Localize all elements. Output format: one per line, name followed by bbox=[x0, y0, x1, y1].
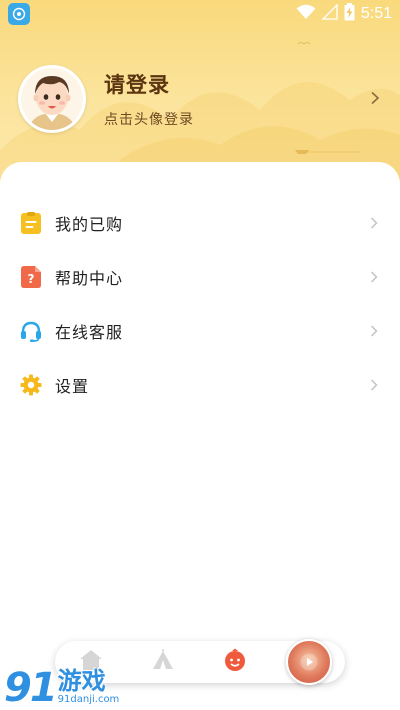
chevron-right-icon bbox=[370, 322, 378, 341]
now-playing-icon bbox=[286, 639, 332, 685]
profile-row[interactable]: 请登录 点击头像登录 bbox=[18, 64, 382, 134]
purchased-list-icon bbox=[20, 212, 42, 234]
svg-text:?: ? bbox=[28, 272, 35, 286]
gear-icon bbox=[20, 374, 42, 396]
menu-item-purchased[interactable]: 我的已购 bbox=[0, 196, 400, 250]
tent-icon bbox=[151, 649, 175, 675]
chevron-right-icon bbox=[370, 268, 378, 287]
wifi-icon bbox=[296, 4, 316, 24]
clock: 5:51 bbox=[360, 5, 392, 22]
tab-profile[interactable] bbox=[199, 641, 271, 683]
avatar-cartoon-boy-icon[interactable] bbox=[18, 65, 86, 133]
status-bar: 5:51 bbox=[0, 0, 400, 28]
battery-charging-icon bbox=[344, 3, 355, 25]
menu-item-online-service[interactable]: 在线客服 bbox=[0, 304, 400, 358]
cell-signal-icon bbox=[321, 3, 338, 24]
chevron-right-icon bbox=[370, 376, 378, 395]
login-hint: 点击头像登录 bbox=[104, 112, 194, 128]
watermark-logo: 91 bbox=[4, 665, 58, 710]
watermark-brand: 游戏 bbox=[57, 667, 106, 695]
menu-list: 我的已购 ? 帮助中心 在线客服 设置 bbox=[0, 162, 400, 412]
login-title[interactable]: 请登录 bbox=[104, 69, 194, 99]
menu-label: 在线客服 bbox=[55, 323, 124, 342]
profile-face-icon bbox=[223, 648, 247, 676]
chevron-right-icon bbox=[370, 214, 378, 233]
watermark-url: 91danji.com bbox=[57, 694, 120, 705]
menu-item-help-center[interactable]: ? 帮助中心 bbox=[0, 250, 400, 304]
menu-item-settings[interactable]: 设置 bbox=[0, 358, 400, 412]
help-document-icon: ? bbox=[20, 266, 42, 288]
menu-card: 我的已购 ? 帮助中心 在线客服 设置 bbox=[0, 162, 400, 710]
menu-label: 我的已购 bbox=[55, 215, 124, 234]
app-badge-icon bbox=[8, 3, 30, 25]
site-watermark: 91 游戏 91danji.com bbox=[4, 654, 144, 710]
headset-icon bbox=[20, 320, 42, 342]
menu-label: 设置 bbox=[55, 377, 90, 396]
chevron-right-icon[interactable] bbox=[370, 90, 380, 109]
menu-label: 帮助中心 bbox=[55, 269, 124, 288]
tab-now-playing[interactable] bbox=[271, 639, 345, 685]
